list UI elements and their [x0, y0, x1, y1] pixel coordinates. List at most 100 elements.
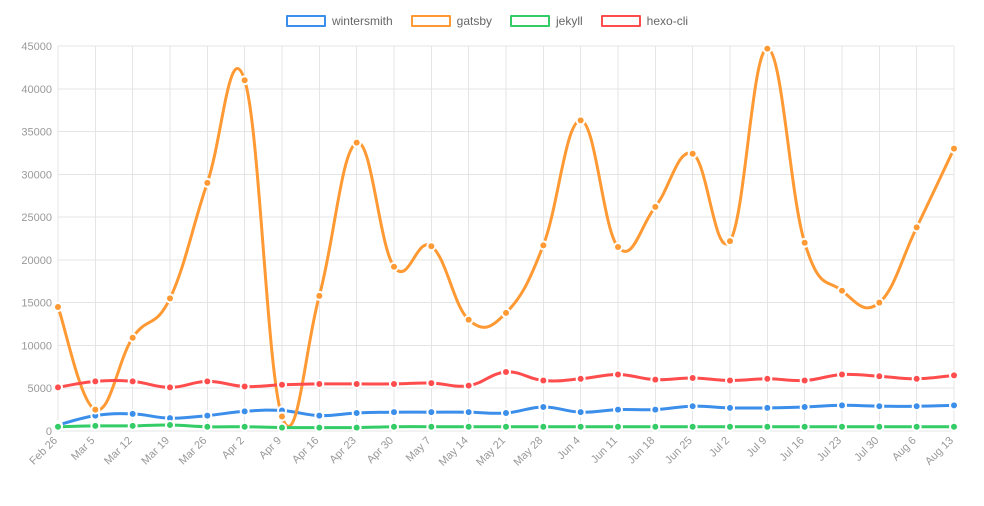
- data-point[interactable]: [875, 299, 883, 307]
- data-point[interactable]: [241, 407, 249, 415]
- data-point[interactable]: [838, 287, 846, 295]
- data-point[interactable]: [577, 375, 585, 383]
- data-point[interactable]: [726, 377, 734, 385]
- data-point[interactable]: [801, 403, 809, 411]
- data-point[interactable]: [950, 401, 958, 409]
- data-point[interactable]: [502, 368, 510, 376]
- data-point[interactable]: [950, 423, 958, 431]
- data-point[interactable]: [651, 203, 659, 211]
- data-point[interactable]: [129, 334, 137, 342]
- data-point[interactable]: [726, 423, 734, 431]
- data-point[interactable]: [763, 423, 771, 431]
- data-point[interactable]: [763, 404, 771, 412]
- data-point[interactable]: [614, 371, 622, 379]
- data-point[interactable]: [577, 116, 585, 124]
- data-point[interactable]: [539, 403, 547, 411]
- data-point[interactable]: [689, 150, 697, 158]
- data-point[interactable]: [390, 423, 398, 431]
- data-point[interactable]: [577, 408, 585, 416]
- data-point[interactable]: [950, 145, 958, 153]
- data-point[interactable]: [203, 412, 211, 420]
- data-point[interactable]: [353, 424, 361, 432]
- data-point[interactable]: [427, 423, 435, 431]
- data-point[interactable]: [129, 377, 137, 385]
- data-point[interactable]: [614, 406, 622, 414]
- data-point[interactable]: [465, 408, 473, 416]
- data-point[interactable]: [913, 423, 921, 431]
- data-point[interactable]: [390, 263, 398, 271]
- data-point[interactable]: [614, 423, 622, 431]
- data-point[interactable]: [203, 423, 211, 431]
- data-point[interactable]: [241, 383, 249, 391]
- data-point[interactable]: [651, 406, 659, 414]
- data-point[interactable]: [278, 424, 286, 432]
- data-point[interactable]: [801, 239, 809, 247]
- legend-item-hexo-cli[interactable]: hexo-cli: [601, 14, 688, 28]
- data-point[interactable]: [129, 410, 137, 418]
- data-point[interactable]: [166, 383, 174, 391]
- data-point[interactable]: [390, 380, 398, 388]
- legend-item-gatsby[interactable]: gatsby: [411, 14, 492, 28]
- data-point[interactable]: [913, 402, 921, 410]
- data-point[interactable]: [950, 371, 958, 379]
- data-point[interactable]: [502, 423, 510, 431]
- data-point[interactable]: [465, 316, 473, 324]
- data-point[interactable]: [801, 377, 809, 385]
- data-point[interactable]: [278, 381, 286, 389]
- data-point[interactable]: [801, 423, 809, 431]
- data-point[interactable]: [91, 406, 99, 414]
- data-point[interactable]: [875, 402, 883, 410]
- data-point[interactable]: [278, 412, 286, 420]
- data-point[interactable]: [726, 237, 734, 245]
- data-point[interactable]: [54, 423, 62, 431]
- data-point[interactable]: [427, 379, 435, 387]
- data-point[interactable]: [539, 423, 547, 431]
- data-point[interactable]: [539, 241, 547, 249]
- data-point[interactable]: [875, 423, 883, 431]
- data-point[interactable]: [315, 424, 323, 432]
- data-point[interactable]: [353, 139, 361, 147]
- data-point[interactable]: [539, 377, 547, 385]
- data-point[interactable]: [54, 303, 62, 311]
- data-point[interactable]: [427, 408, 435, 416]
- data-point[interactable]: [390, 408, 398, 416]
- data-point[interactable]: [203, 179, 211, 187]
- data-point[interactable]: [913, 223, 921, 231]
- data-point[interactable]: [241, 76, 249, 84]
- data-point[interactable]: [651, 423, 659, 431]
- data-point[interactable]: [91, 422, 99, 430]
- data-point[interactable]: [241, 423, 249, 431]
- data-point[interactable]: [577, 423, 585, 431]
- data-point[interactable]: [913, 375, 921, 383]
- data-point[interactable]: [614, 243, 622, 251]
- data-point[interactable]: [427, 242, 435, 250]
- legend-item-jekyll[interactable]: jekyll: [510, 14, 583, 28]
- data-point[interactable]: [763, 45, 771, 53]
- data-point[interactable]: [689, 423, 697, 431]
- data-point[interactable]: [203, 377, 211, 385]
- data-point[interactable]: [838, 401, 846, 409]
- data-point[interactable]: [91, 377, 99, 385]
- data-point[interactable]: [315, 380, 323, 388]
- data-point[interactable]: [689, 374, 697, 382]
- data-point[interactable]: [465, 423, 473, 431]
- data-point[interactable]: [315, 412, 323, 420]
- data-point[interactable]: [353, 409, 361, 417]
- data-point[interactable]: [129, 422, 137, 430]
- legend-item-wintersmith[interactable]: wintersmith: [286, 14, 393, 28]
- data-point[interactable]: [838, 423, 846, 431]
- data-point[interactable]: [166, 421, 174, 429]
- data-point[interactable]: [763, 375, 771, 383]
- data-point[interactable]: [838, 371, 846, 379]
- data-point[interactable]: [353, 380, 361, 388]
- data-point[interactable]: [54, 383, 62, 391]
- data-point[interactable]: [875, 372, 883, 380]
- data-point[interactable]: [315, 292, 323, 300]
- data-point[interactable]: [502, 409, 510, 417]
- data-point[interactable]: [726, 404, 734, 412]
- data-point[interactable]: [166, 294, 174, 302]
- data-point[interactable]: [651, 376, 659, 384]
- data-point[interactable]: [502, 309, 510, 317]
- data-point[interactable]: [689, 402, 697, 410]
- data-point[interactable]: [465, 382, 473, 390]
